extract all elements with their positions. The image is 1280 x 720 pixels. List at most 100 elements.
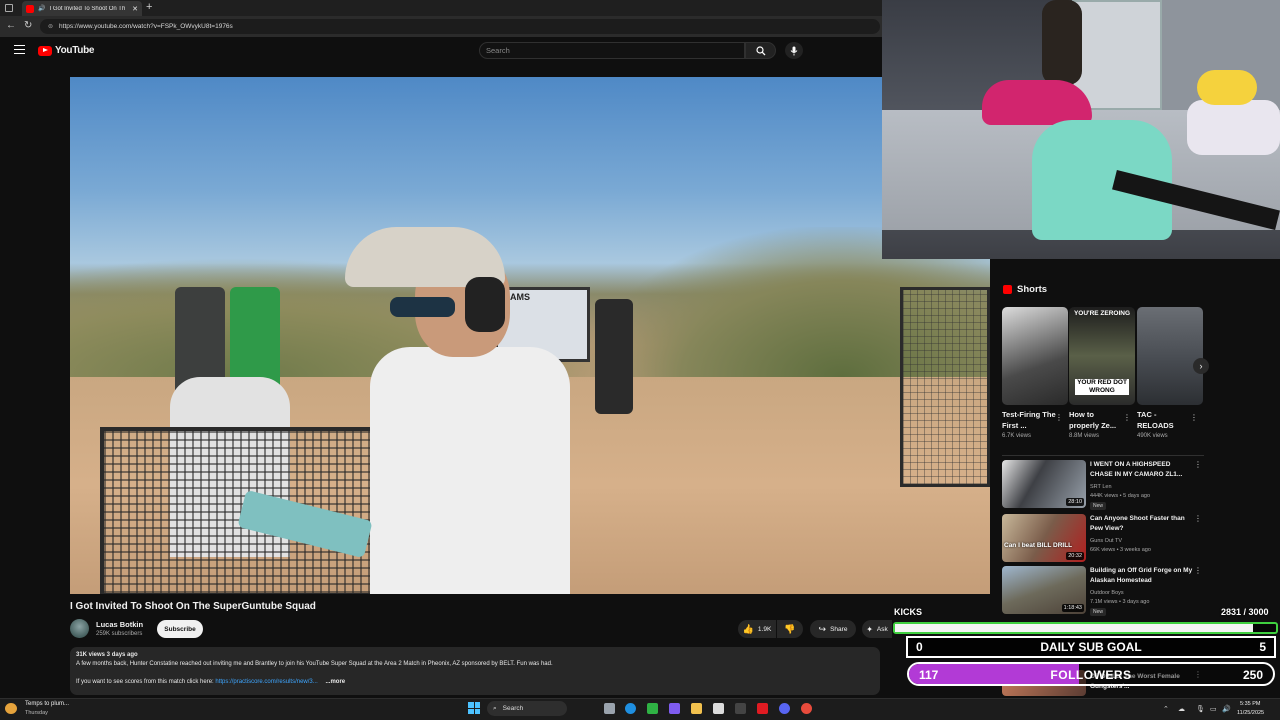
more-options-icon[interactable]: ⋮ bbox=[1190, 413, 1198, 422]
webcam-plush bbox=[1197, 70, 1257, 105]
speaker-icon[interactable]: 🔊 bbox=[38, 5, 45, 12]
url-field[interactable]: ⊜ https://www.youtube.com/watch?v=FSPk_O… bbox=[40, 19, 880, 34]
view-count-and-date: 31K views 3 days ago bbox=[76, 652, 138, 658]
video-title[interactable]: I WENT ON A HIGHSPEED CHASE IN MY CAMARO… bbox=[1090, 460, 1194, 479]
subscribe-button[interactable]: Subscribe bbox=[157, 620, 203, 638]
voice-search-button[interactable] bbox=[785, 42, 803, 59]
search-input[interactable]: Search bbox=[479, 42, 745, 59]
description-line: If you want to see scores from this matc… bbox=[76, 678, 874, 687]
video-meta: 66K views • 3 weeks ago bbox=[1090, 547, 1151, 553]
video-scene-earmuff bbox=[465, 277, 505, 332]
like-count: 1.9K bbox=[757, 625, 772, 633]
short-title[interactable]: Test-Firing The First ... bbox=[1002, 409, 1056, 431]
taskbar-search[interactable]: ⌕ Search bbox=[487, 701, 567, 716]
chrome-icon[interactable] bbox=[801, 703, 812, 714]
reload-icon[interactable]: ↻ bbox=[24, 20, 32, 31]
search-button[interactable] bbox=[745, 42, 776, 59]
like-button[interactable]: 👍 1.9K bbox=[738, 620, 776, 638]
dislike-button[interactable]: 👎 bbox=[777, 620, 803, 638]
short-thumbnail[interactable] bbox=[1137, 307, 1203, 405]
video-thumbnail[interactable]: Can I beat BILL DRILL 20:32 bbox=[1002, 514, 1086, 562]
more-options-icon[interactable]: ⋮ bbox=[1055, 413, 1063, 422]
video-thumbnail[interactable]: 28:10 bbox=[1002, 460, 1086, 508]
video-scene-glasses bbox=[390, 297, 455, 317]
discord-icon[interactable] bbox=[779, 703, 790, 714]
network-icon[interactable]: ▭ bbox=[1210, 705, 1217, 713]
weather-icon[interactable] bbox=[5, 703, 17, 714]
new-badge: New bbox=[1090, 608, 1107, 616]
video-title[interactable]: Building an Off Grid Forge on My Alaskan… bbox=[1090, 566, 1194, 585]
recommended-video[interactable]: 28:10 I WENT ON A HIGHSPEED CHASE IN MY … bbox=[1002, 460, 1202, 510]
youtube-favicon-icon bbox=[26, 4, 34, 13]
video-scene-fence bbox=[900, 287, 990, 487]
windows-start-icon[interactable] bbox=[468, 702, 480, 714]
short-thumbnail[interactable] bbox=[1002, 307, 1068, 405]
copilot-icon[interactable] bbox=[669, 703, 680, 714]
back-arrow-icon[interactable]: ← bbox=[6, 20, 16, 31]
short-title[interactable]: TAC - RELOADS bbox=[1137, 409, 1191, 431]
channel-name[interactable]: Lucas Botkin bbox=[96, 620, 143, 629]
channel-name[interactable]: Guns Out TV bbox=[1090, 538, 1122, 544]
followers-goal-bar: FOLLOWERS 117 250 bbox=[907, 662, 1275, 686]
search-placeholder: Search bbox=[486, 46, 510, 55]
short-thumbnail[interactable]: YOU'RE ZEROING YOUR RED DOT WRONG bbox=[1069, 307, 1135, 405]
more-options-icon[interactable]: ⋮ bbox=[1123, 413, 1131, 422]
video-thumbnail[interactable]: 1:18:43 bbox=[1002, 566, 1086, 614]
menu-icon[interactable] bbox=[14, 45, 25, 54]
windows-taskbar bbox=[0, 698, 1280, 720]
site-info-icon[interactable]: ⊜ bbox=[48, 23, 53, 30]
shorts-next-button[interactable]: › bbox=[1193, 358, 1209, 374]
sparkle-icon: ✦ bbox=[866, 624, 873, 634]
youtube-app-icon[interactable] bbox=[757, 703, 768, 714]
search-icon bbox=[755, 45, 765, 55]
microphone-icon bbox=[790, 46, 798, 55]
tab-close-icon[interactable]: ✕ bbox=[132, 5, 138, 13]
channel-avatar[interactable] bbox=[70, 619, 89, 638]
file-explorer-icon[interactable] bbox=[691, 703, 702, 714]
xbox-icon[interactable] bbox=[647, 703, 658, 714]
calendar-icon[interactable] bbox=[713, 703, 724, 714]
video-description[interactable]: 31K views 3 days ago A few months back, … bbox=[70, 647, 880, 695]
short-views: 8.8M views bbox=[1069, 433, 1100, 439]
video-player[interactable]: AMS bbox=[70, 77, 990, 594]
show-more-button[interactable]: ...more bbox=[325, 679, 345, 685]
cloud-icon[interactable]: ☁ bbox=[1178, 705, 1185, 713]
video-duration: 28:10 bbox=[1066, 498, 1084, 506]
clock-date[interactable]: 11/25/2025 bbox=[1237, 710, 1264, 716]
taskbar-search-label: Search bbox=[502, 705, 524, 712]
streamer-webcam bbox=[882, 0, 1280, 259]
show-hidden-icons[interactable]: ⌃ bbox=[1163, 705, 1169, 713]
youtube-logo[interactable]: YouTube bbox=[38, 45, 95, 56]
channel-name[interactable]: Outdoor Boys bbox=[1090, 590, 1124, 596]
followers-current: 117 bbox=[919, 668, 939, 682]
more-options-icon[interactable]: ⋮ bbox=[1194, 566, 1202, 575]
recommended-video[interactable]: Can I beat BILL DRILL 20:32 Can Anyone S… bbox=[1002, 514, 1202, 562]
volume-icon[interactable]: 🔊 bbox=[1222, 705, 1231, 713]
video-scene-person bbox=[370, 347, 570, 594]
more-options-icon[interactable]: ⋮ bbox=[1194, 460, 1202, 469]
channel-name[interactable]: SRT Len bbox=[1090, 484, 1112, 490]
video-title[interactable]: Can Anyone Shoot Faster than Pew View? bbox=[1090, 514, 1194, 533]
amazon-icon[interactable] bbox=[735, 703, 746, 714]
ask-button[interactable]: ✦ Ask bbox=[862, 620, 892, 638]
more-options-icon[interactable]: ⋮ bbox=[1194, 514, 1202, 523]
kicks-count: 2831 / 3000 bbox=[1221, 607, 1269, 617]
task-view-icon[interactable] bbox=[604, 703, 615, 714]
tab-actions-icon[interactable] bbox=[5, 4, 13, 12]
webcam-blanket bbox=[982, 80, 1092, 125]
followers-target: 250 bbox=[1242, 668, 1263, 682]
microphone-tray-icon[interactable]: 🎙 bbox=[1196, 705, 1205, 713]
url-text: https://www.youtube.com/watch?v=FSPk_OWv… bbox=[59, 23, 233, 30]
ask-label: Ask bbox=[876, 625, 888, 633]
scores-link[interactable]: https://practiscore.com/results/new/3... bbox=[215, 679, 317, 685]
share-button[interactable]: ↪ Share bbox=[810, 620, 856, 638]
video-meta: 7.1M views • 3 days ago bbox=[1090, 599, 1150, 605]
edge-icon[interactable] bbox=[625, 703, 636, 714]
recommended-video[interactable]: 1:18:43 Building an Off Grid Forge on My… bbox=[1002, 566, 1202, 616]
browser-tab-active[interactable]: 🔊 I Got Invited To Shoot On Th ✕ bbox=[22, 1, 142, 16]
short-title[interactable]: How to properly Ze... bbox=[1069, 409, 1123, 431]
new-tab-button[interactable]: + bbox=[146, 1, 152, 13]
weather-text[interactable]: Temps to plum... bbox=[25, 701, 69, 707]
clock-time[interactable]: 5:35 PM bbox=[1240, 701, 1260, 707]
shorts-icon bbox=[1003, 285, 1012, 294]
